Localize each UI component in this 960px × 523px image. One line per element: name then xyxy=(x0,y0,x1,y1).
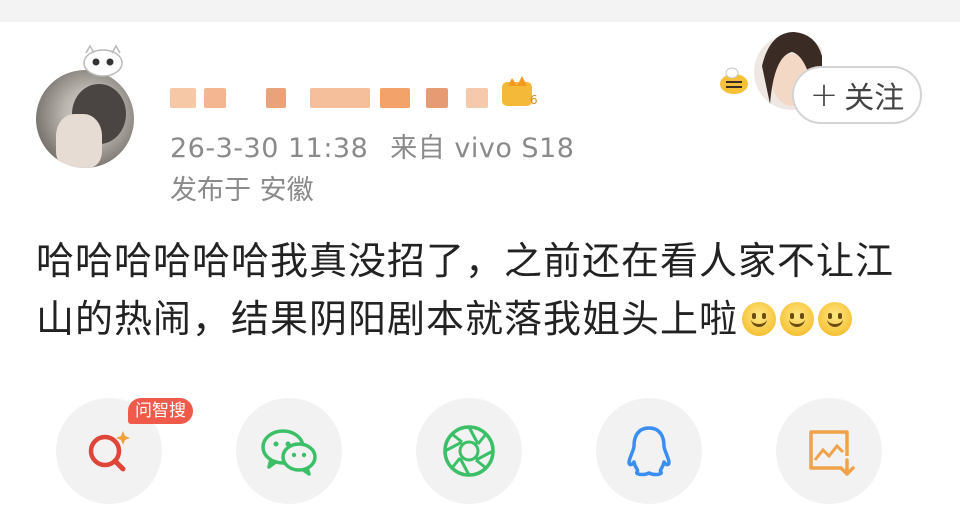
magnifier-sparkle-icon xyxy=(88,431,130,472)
follow-button[interactable]: + 关注 xyxy=(792,66,922,124)
vip-crown-icon: 6 xyxy=(502,76,538,107)
post-text-line-2: 山的热闹，结果阴阳剧本就落我姐头上啦 xyxy=(36,290,926,348)
post-location: 发布于 安徽 xyxy=(170,175,314,206)
smile-emoji-icon xyxy=(780,302,815,336)
wechat-share-button[interactable] xyxy=(236,398,342,504)
follow-label: 关注 xyxy=(844,81,905,116)
user-avatar[interactable] xyxy=(36,70,134,168)
avatar-cartoon-badge-icon xyxy=(83,44,123,77)
svg-text:6: 6 xyxy=(530,93,538,107)
post-meta: 26-3-30 11:38 来自 vivo S18 xyxy=(170,126,574,165)
smile-emoji-icon xyxy=(818,302,853,336)
qq-share-button[interactable] xyxy=(596,398,702,504)
post-text-line-2-text: 山的热闹，结果阴阳剧本就落我姐头上啦 xyxy=(36,297,739,341)
smile-emoji-icon xyxy=(742,302,777,336)
moments-share-button[interactable] xyxy=(416,398,522,504)
wechat-icon xyxy=(261,429,317,476)
ai-search-badge: 问智搜 xyxy=(128,398,193,424)
post-source: 来自 vivo S18 xyxy=(390,133,575,164)
username-obscured[interactable] xyxy=(170,78,500,108)
image-download-icon xyxy=(809,430,855,476)
plus-icon: + xyxy=(809,75,839,115)
save-image-share-button[interactable] xyxy=(776,398,882,504)
post-timestamp: 26-3-30 11:38 xyxy=(170,133,369,164)
post-text-line-1: 哈哈哈哈哈哈我真没招了，之前还在看人家不让江 xyxy=(36,239,895,283)
qq-penguin-icon xyxy=(627,426,671,477)
aperture-icon xyxy=(443,425,495,477)
post-text: 哈哈哈哈哈哈我真没招了，之前还在看人家不让江 山的热闹，结果阴阳剧本就落我姐头上… xyxy=(36,232,926,348)
